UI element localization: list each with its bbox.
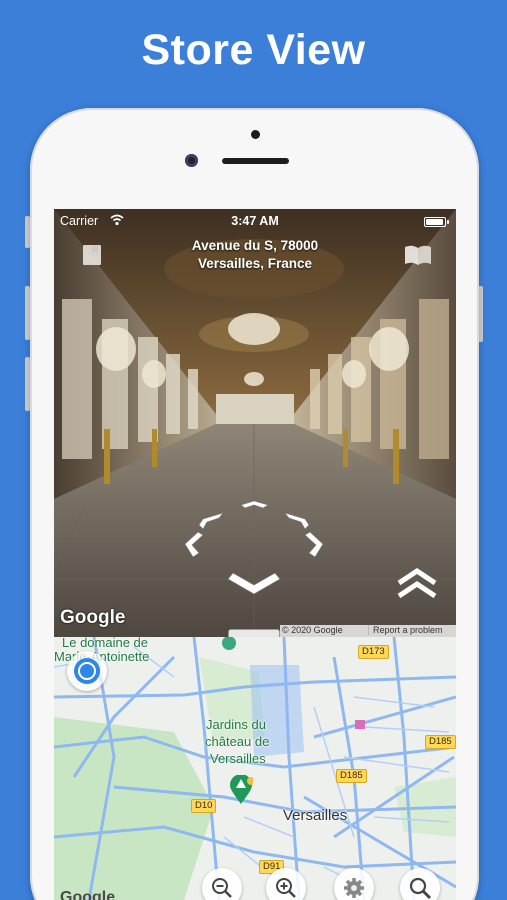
road-badge-d185: D185	[336, 769, 367, 783]
map-label-city: Versailles	[283, 807, 348, 824]
chevron-down-icon	[227, 572, 281, 595]
zoom-in-button[interactable]	[266, 868, 306, 900]
status-bar: Carrier 3:47 AM	[54, 212, 456, 230]
headline: Store View	[141, 26, 366, 74]
map-view[interactable]: Le domaine de Marie-Antoinette Jardins d…	[54, 637, 456, 900]
settings-button[interactable]	[334, 868, 374, 900]
map-label-jardins-2: château de	[205, 734, 270, 749]
battery-icon	[424, 217, 446, 227]
search-icon	[409, 877, 432, 900]
phone-screen: Carrier 3:47 AM Avenue du S, 78000 Versa…	[54, 209, 456, 900]
park-marker-icon[interactable]	[229, 775, 253, 805]
address-line-2: Versailles, France	[197, 256, 313, 271]
gear-icon	[344, 878, 364, 898]
copyright-text: © 2020 Google	[282, 625, 343, 635]
map-label-jardins-3: Versailles	[210, 751, 266, 766]
road-badge-d185-east: D185	[425, 735, 456, 749]
proximity-sensor	[251, 130, 260, 139]
open-book-icon[interactable]	[403, 244, 433, 266]
google-logo: Google	[60, 607, 126, 628]
road-badge-d173: D173	[358, 645, 389, 659]
zoom-out-icon	[212, 878, 232, 898]
split-drag-handle[interactable]	[228, 629, 280, 637]
status-time: 3:47 AM	[231, 214, 279, 228]
attribution-bar: © 2020 Google Report a problem	[280, 625, 456, 637]
map-streets	[54, 637, 456, 900]
street-view-panorama[interactable]: Carrier 3:47 AM Avenue du S, 78000 Versa…	[54, 209, 456, 637]
street-address: Avenue du S, 78000 Versailles, France	[54, 237, 456, 273]
map-label-jardins-1: Jardins du	[206, 717, 266, 732]
rotate-arrows-icon[interactable]	[179, 499, 329, 599]
earpiece-speaker	[222, 158, 289, 164]
map-google-logo: Google	[60, 889, 116, 900]
search-button[interactable]	[400, 868, 440, 900]
front-camera	[185, 154, 198, 167]
book-icon[interactable]	[81, 244, 103, 266]
road-badge-d10: D10	[191, 799, 217, 813]
my-location-icon[interactable]	[67, 651, 107, 691]
report-problem-link[interactable]: Report a problem	[368, 625, 443, 635]
zoom-out-button[interactable]	[202, 868, 242, 900]
address-line-1: Avenue du S, 78000	[191, 238, 319, 253]
zoom-in-icon	[276, 878, 296, 898]
battery-tip	[447, 220, 449, 224]
double-chevron-up-icon[interactable]	[394, 565, 440, 601]
